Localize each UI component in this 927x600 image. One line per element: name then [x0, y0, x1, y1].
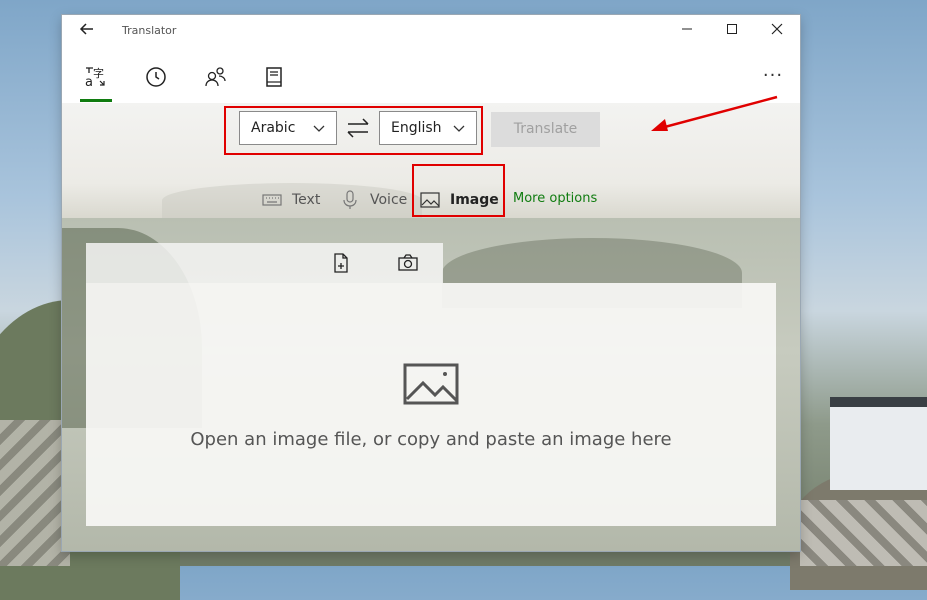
- back-arrow-icon: [79, 23, 93, 35]
- translator-window: Translator a 字 ··· Arabic English Transl…: [62, 15, 800, 551]
- translate-button[interactable]: Translate: [491, 112, 600, 147]
- svg-text:字: 字: [93, 66, 104, 80]
- mode-text-label: Text: [292, 192, 321, 208]
- book-icon: [266, 67, 282, 87]
- keyboard-icon: [262, 194, 282, 206]
- close-icon: [771, 23, 783, 35]
- clock-icon: [146, 67, 166, 87]
- annotation-box-image: [412, 164, 505, 217]
- desktop-house-roof: [830, 397, 927, 407]
- image-drop-zone[interactable]: Open an image file, or copy and paste an…: [86, 283, 776, 526]
- people-icon: [205, 67, 226, 87]
- image-placeholder-icon: [403, 363, 459, 405]
- nav-history[interactable]: [140, 61, 172, 93]
- open-file-icon[interactable]: [331, 253, 351, 273]
- maximize-button[interactable]: [717, 19, 747, 43]
- desktop-rocks-right: [800, 500, 927, 566]
- nav-translate[interactable]: a 字: [80, 61, 112, 102]
- image-source-toolbar: [86, 243, 443, 283]
- microphone-icon: [343, 190, 357, 209]
- maximize-icon: [727, 24, 737, 34]
- more-button[interactable]: ···: [757, 61, 789, 93]
- image-content-area: Open an image file, or copy and paste an…: [62, 218, 800, 551]
- drop-instruction: Open an image file, or copy and paste an…: [190, 429, 672, 450]
- mode-voice[interactable]: Voice: [340, 189, 407, 211]
- desktop-house: [830, 397, 927, 490]
- camera-icon[interactable]: [398, 253, 418, 273]
- svg-text:a: a: [85, 75, 93, 89]
- title-bar: Translator: [62, 15, 800, 47]
- minimize-icon: [682, 28, 692, 30]
- nav-conversation[interactable]: [200, 61, 232, 93]
- more-options-link[interactable]: More options: [513, 191, 597, 206]
- app-title: Translator: [122, 24, 177, 37]
- desktop-rocks: [0, 420, 70, 566]
- mode-text[interactable]: Text: [262, 189, 320, 211]
- mode-voice-label: Voice: [370, 192, 408, 208]
- annotation-arrow: [651, 95, 778, 131]
- back-button[interactable]: [76, 21, 98, 41]
- annotation-box-languages: [224, 106, 483, 155]
- minimize-button[interactable]: [672, 19, 702, 43]
- nav-phrasebook[interactable]: [258, 61, 290, 93]
- translate-icon: a 字: [85, 66, 105, 89]
- close-button[interactable]: [762, 19, 792, 43]
